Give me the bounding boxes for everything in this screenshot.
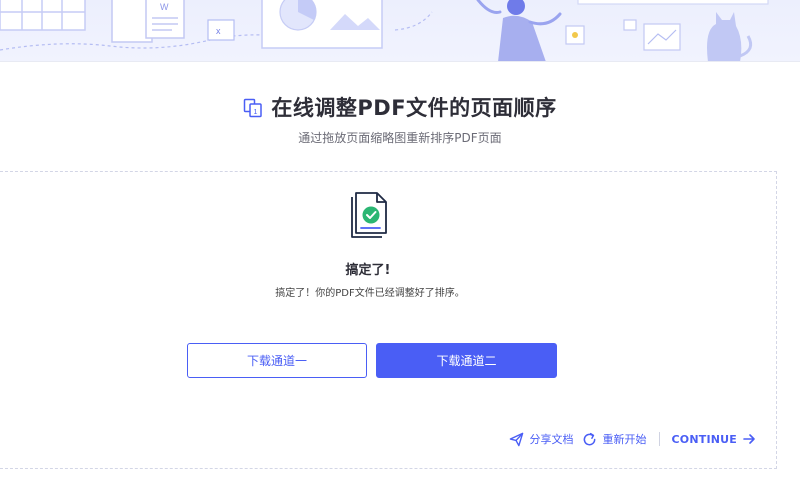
arrow-right-icon	[743, 434, 755, 444]
restart-button[interactable]: 重新开始	[582, 431, 647, 447]
download-channel-1-label: 下载通道一	[246, 354, 307, 368]
page-title: 在线调整PDF文件的页面顺序	[271, 96, 557, 120]
refresh-icon	[583, 432, 595, 445]
share-document-label: 分享文档	[529, 433, 574, 446]
file-done-icon	[351, 192, 387, 238]
download-channel-2-button[interactable]: 下载通道二	[376, 343, 557, 378]
share-document-button[interactable]: 分享文档	[509, 431, 574, 447]
result-title: 搞定了!	[345, 263, 391, 278]
svg-text:1: 1	[254, 109, 258, 116]
banner-illustration: W x	[0, 0, 769, 61]
svg-text:W: W	[160, 2, 169, 12]
svg-text:x: x	[216, 26, 221, 36]
download-channel-2-label: 下载通道二	[436, 354, 497, 368]
result-message: 搞定了！你的PDF文件已经调整好了排序。	[275, 288, 465, 299]
result-actions: 分享文档 重新开始 CONTINUE	[509, 430, 756, 448]
page-subtitle: 通过拖放页面缩略图重新排序PDF页面	[298, 131, 502, 145]
restart-label: 重新开始	[602, 433, 647, 446]
hero-banner-illustration: W x	[0, 0, 800, 62]
page-header: 1 在线调整PDF文件的页面顺序	[0, 92, 800, 122]
send-icon	[509, 432, 523, 446]
download-channel-1-button[interactable]: 下载通道一	[187, 343, 367, 378]
continue-button[interactable]: CONTINUE	[672, 433, 756, 446]
actions-divider	[658, 432, 660, 446]
reorder-pages-icon: 1	[244, 98, 263, 118]
continue-label: CONTINUE	[671, 432, 737, 446]
